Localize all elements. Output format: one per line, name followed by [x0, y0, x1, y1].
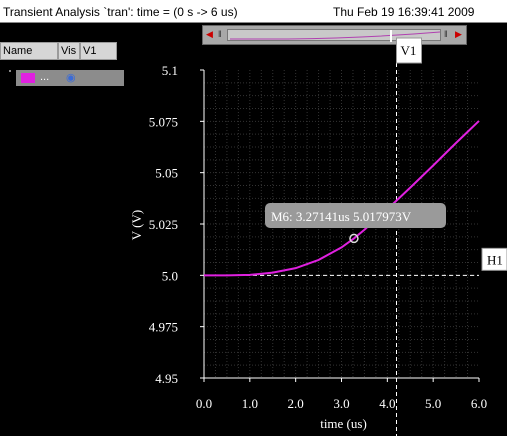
y-tick-label: 5.025 [149, 217, 178, 232]
x-tick-label: 6.0 [471, 396, 487, 411]
y-tick-label: 5.0 [162, 268, 178, 283]
y-tick-label: 4.95 [155, 371, 178, 386]
y-axis-label: V (V) [129, 210, 144, 240]
x-tick-label: 4.0 [379, 396, 395, 411]
waveform-v1-line[interactable] [204, 120, 480, 277]
y-tick-label: 5.075 [149, 114, 178, 129]
y-tick-label: 5.1 [162, 63, 178, 78]
x-tick-label: 0.0 [196, 396, 212, 411]
waveform-plot[interactable]: 0.0 1.0 2.0 3.0 4.0 5.0 6.0 4.95 4.975 5.0 5.025 5.… [0, 0, 507, 436]
x-tick-label: 5.0 [425, 396, 441, 411]
x-tick-label: 2.0 [288, 396, 304, 411]
y-tick-label: 4.975 [149, 320, 178, 335]
x-tick-label: 1.0 [242, 396, 258, 411]
marker-v1-label: V1 [401, 43, 417, 58]
y-tick-label: 5.05 [155, 166, 178, 181]
x-axis-label: time (us) [320, 416, 367, 431]
marker-m6-label: M6: 3.27141us 5.017973V [271, 209, 412, 224]
marker-h1-label: H1 [487, 252, 503, 267]
x-tick-label: 3.0 [333, 396, 349, 411]
